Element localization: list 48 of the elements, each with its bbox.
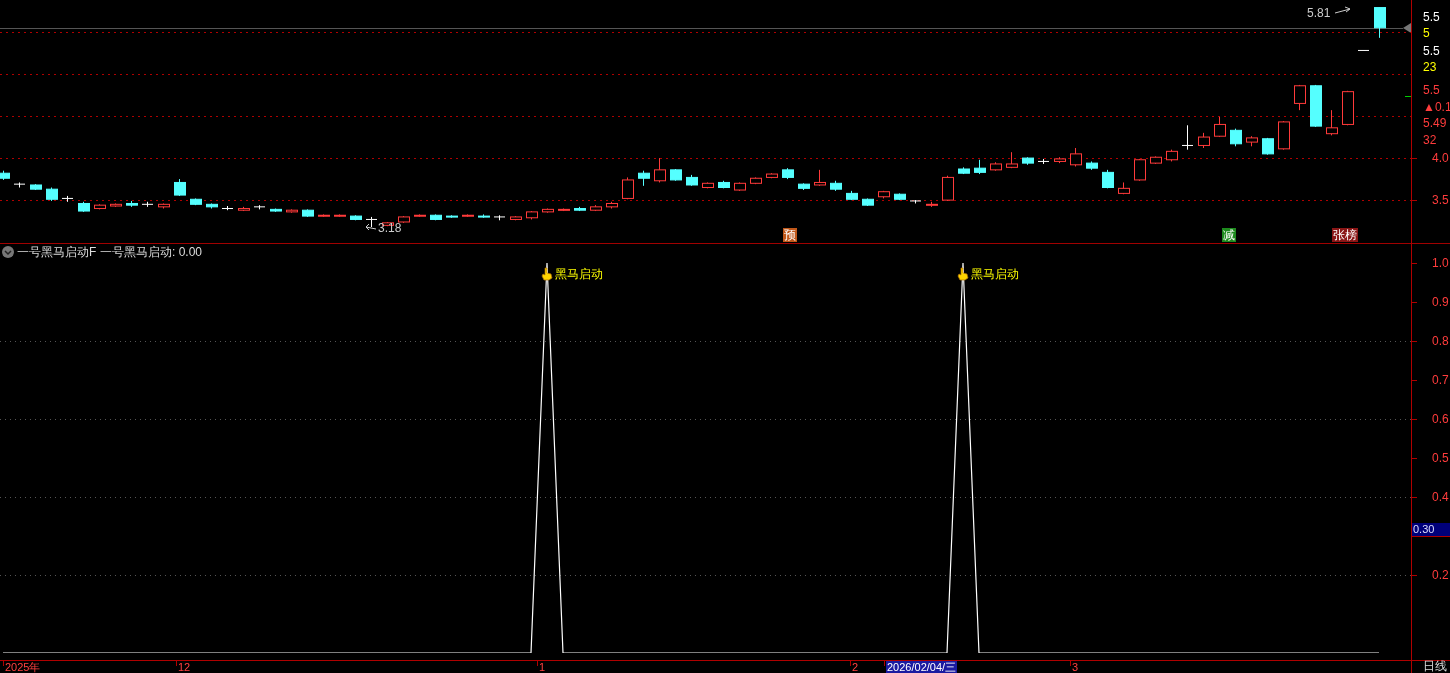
indicator-title: 一号黑马启动F bbox=[17, 245, 97, 259]
peak-label: 黑马启动 bbox=[555, 267, 603, 281]
axis-label: 5 bbox=[1423, 26, 1430, 40]
signal-tag: 减 bbox=[1222, 228, 1236, 242]
pointer-arrow bbox=[1334, 6, 1351, 14]
time-label: 12 bbox=[178, 661, 191, 673]
time-label: 2 bbox=[852, 661, 859, 673]
tick-label: 1.0 bbox=[1432, 256, 1449, 270]
price-label: 3.18 bbox=[378, 221, 402, 235]
time-label: 1 bbox=[539, 661, 546, 673]
tick-label: 0.7 bbox=[1432, 373, 1449, 387]
tick-label: 0.9 bbox=[1432, 295, 1449, 309]
candlestick bbox=[1070, 147, 1082, 167]
candlestick bbox=[1294, 84, 1306, 111]
peak-label: 黑马启动 bbox=[971, 267, 1019, 281]
axis-label: 23 bbox=[1423, 60, 1437, 74]
tick-label: 0.2 bbox=[1432, 568, 1449, 582]
tick-label: 4.0 bbox=[1432, 151, 1449, 166]
price-label: 5.81 bbox=[1307, 6, 1331, 20]
candlestick bbox=[1181, 124, 1194, 151]
tick-label: 0.8 bbox=[1432, 334, 1449, 348]
indicator-readout: 一号黑马启动: 0.00 bbox=[100, 245, 203, 259]
candlestick bbox=[1374, 7, 1386, 39]
axis-label: 5.5 bbox=[1423, 83, 1440, 97]
signal-tag: 张榜 bbox=[1332, 228, 1358, 242]
marker-icon bbox=[1403, 23, 1411, 33]
tick-label: 3.5 bbox=[1432, 193, 1449, 208]
axis-label: 5.5 bbox=[1423, 10, 1440, 24]
candlestick bbox=[1326, 109, 1338, 136]
collapse-icon[interactable] bbox=[2, 246, 14, 258]
tick-label: 0.4 bbox=[1432, 490, 1449, 504]
time-label: 3 bbox=[1072, 661, 1079, 673]
period-label: 日线 bbox=[1423, 660, 1447, 673]
tick-label: 0.6 bbox=[1432, 412, 1449, 426]
time-label: 2026/02/04/三 bbox=[886, 661, 958, 673]
tick-label: 0.5 bbox=[1432, 451, 1449, 465]
candlestick bbox=[942, 175, 954, 202]
signal-tag: 预 bbox=[783, 228, 797, 242]
axis-label: 5.5 bbox=[1423, 44, 1440, 58]
time-label: 2025年 bbox=[5, 661, 41, 673]
hand-icon bbox=[541, 267, 553, 281]
candlestick bbox=[654, 157, 666, 183]
candlestick bbox=[365, 216, 378, 228]
axis-label: 5.49 bbox=[1423, 116, 1447, 130]
pointer-arrow bbox=[365, 223, 377, 231]
value-badge: 0.30 bbox=[1412, 523, 1450, 537]
hand-icon bbox=[957, 267, 969, 281]
axis-label: 32 bbox=[1423, 133, 1437, 147]
